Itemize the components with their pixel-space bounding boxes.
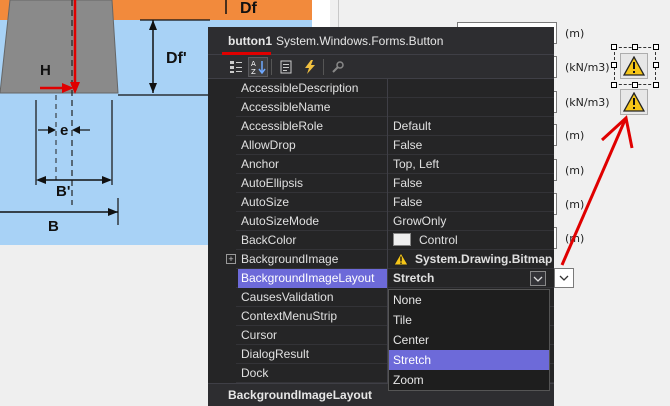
property-name: DialogResult [238,345,388,364]
screen: Df Df' H e B' B (m) (kN/m3) (kN/m3) (m) … [0,0,670,406]
property-row-selected[interactable]: BackgroundImageLayout Stretch [208,269,554,288]
annotation-arrow [560,115,634,266]
df-label: Df [240,0,257,17]
property-row[interactable]: AutoSize False [208,193,554,212]
description-title: BackgroundImageLayout [228,388,373,402]
dropdown-option-selected[interactable]: Stretch [389,350,549,370]
property-row[interactable]: AllowDrop False [208,136,554,155]
resize-handle-r[interactable] [653,62,659,68]
property-name: AllowDrop [238,136,388,155]
footing-shape [0,0,119,94]
property-value[interactable]: Top, Left [389,155,554,174]
dropdown-button[interactable] [530,271,546,286]
property-value[interactable]: False [389,193,554,212]
property-value[interactable]: False [389,136,554,155]
properties-header: button1 System.Windows.Forms.Button [208,27,554,55]
property-name: Anchor [238,155,388,174]
property-row[interactable]: AccessibleDescription [208,79,554,98]
df-prime-label: Df' [166,50,187,67]
property-pages-button[interactable] [328,57,348,77]
alphabetical-button[interactable]: AZ [248,57,268,77]
warning-icon [623,92,645,112]
combo-dropdown-tail[interactable] [554,268,574,288]
e-label: e [60,122,69,139]
dropdown-option[interactable]: None [389,290,549,310]
property-value[interactable]: GrowOnly [389,212,554,231]
resize-handle-b[interactable] [632,82,638,88]
resize-handle-tr[interactable] [653,44,659,50]
property-value-backcolor[interactable]: Control [389,231,554,250]
bgimage-value: System.Drawing.Bitmap [415,252,553,266]
events-button[interactable] [300,57,320,77]
property-row[interactable]: AutoSizeMode GrowOnly [208,212,554,231]
property-name: ContextMenuStrip [238,307,388,326]
dropdown-option[interactable]: Tile [389,310,549,330]
b-prime-label: B' [56,183,71,200]
property-row[interactable]: + BackgroundImage System.Drawing.Bitmap [208,250,554,269]
property-name: AutoSize [238,193,388,212]
object-name: button1 [228,34,272,48]
property-name: AccessibleName [238,98,388,117]
resize-handle-l[interactable] [611,62,617,68]
color-swatch [393,233,411,247]
property-row[interactable]: Anchor Top, Left [208,155,554,174]
unit-label-2: (kN/m3) [565,61,610,74]
property-value[interactable]: False [389,174,554,193]
property-value-bgimage[interactable]: System.Drawing.Bitmap [389,250,554,269]
backcolor-value: Control [419,233,458,247]
property-pages-icon [332,61,344,73]
resize-handle-tl[interactable] [611,44,617,50]
chevron-down-icon [533,276,543,282]
property-name: Cursor [238,326,388,345]
property-name: Dock [238,364,388,383]
warning-icon [393,251,409,266]
property-name: BackColor [238,231,388,250]
dropdown-option[interactable]: Zoom [389,370,549,390]
property-row[interactable]: BackColor Control [208,231,554,250]
expand-icon[interactable]: + [226,254,236,264]
property-name: AccessibleRole [238,117,388,136]
dropdown-option[interactable]: Center [389,330,549,350]
categorized-icon [230,61,242,73]
properties-toolbar: AZ [208,55,554,79]
property-row[interactable]: AutoEllipsis False [208,174,554,193]
property-value[interactable] [389,79,554,98]
button1-warning[interactable] [620,53,648,79]
chevron-down-icon [559,275,569,281]
alphabetical-icon: AZ [251,60,266,75]
toolbar-separator [323,59,324,75]
property-name: AccessibleDescription [238,79,388,98]
warning-icon [623,56,645,76]
properties-view-button[interactable] [276,57,296,77]
h-label: H [40,62,51,79]
property-name: BackgroundImageLayout [238,269,388,288]
property-name: AutoSizeMode [238,212,388,231]
unit-label-3: (kN/m3) [565,96,610,109]
categorized-button[interactable] [226,57,246,77]
resize-handle-t[interactable] [632,44,638,50]
object-type: System.Windows.Forms.Button [276,34,444,48]
property-row[interactable]: AccessibleName [208,98,554,117]
svg-text:A: A [251,60,256,68]
unit-label-1: (m) [565,27,585,40]
events-icon [305,60,315,74]
properties-icon [280,60,292,74]
property-name: BackgroundImage [238,250,388,269]
property-name: AutoEllipsis [238,174,388,193]
toolbar-separator [271,59,272,75]
resize-handle-bl[interactable] [611,82,617,88]
property-value[interactable] [389,98,554,117]
property-name: CausesValidation [238,288,388,307]
property-value[interactable]: Default [389,117,554,136]
resize-handle-br[interactable] [653,82,659,88]
b-label: B [48,218,59,235]
property-row[interactable]: AccessibleRole Default [208,117,554,136]
svg-text:Z: Z [251,68,256,75]
layout-dropdown-list[interactable]: None Tile Center Stretch Zoom [388,289,550,391]
